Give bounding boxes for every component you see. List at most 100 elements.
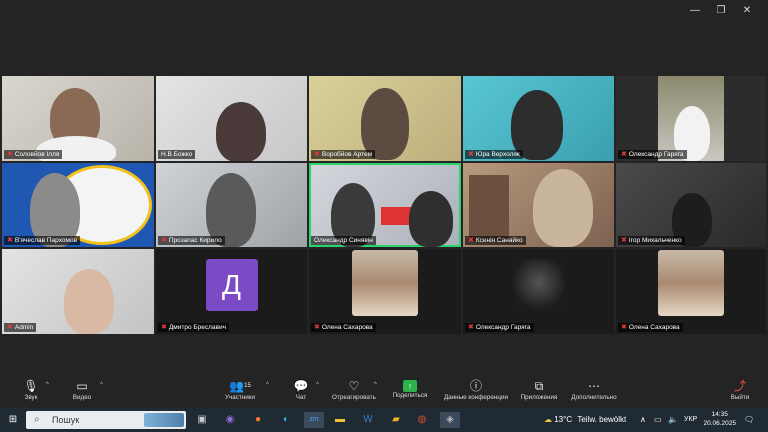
video-tile[interactable]: ✖ В'ячеслав Пархомов [2, 163, 154, 247]
avatar [658, 250, 724, 316]
video-tile[interactable]: ✖ Admin [2, 249, 154, 334]
video-tile-avatar[interactable]: ✖ Олена Сахарова [309, 249, 461, 334]
participant-name-tag: ✖ Воробйов Артем [311, 150, 376, 159]
more-button[interactable]: ⋯ Дополнительно [566, 378, 622, 402]
video-tile[interactable]: ✖ Прозапас Кирило [156, 163, 307, 247]
share-arrow-icon: ↑ [403, 380, 417, 392]
apps-button[interactable]: ⧉ Приложения [516, 378, 562, 402]
mic-muted-icon: ✖ [621, 324, 627, 331]
close-button[interactable]: ✕ [734, 2, 760, 20]
video-tile[interactable]: ✖ Ігор Михальченко [616, 163, 766, 247]
mic-muted-icon: ✖ [7, 324, 13, 331]
participant-name-tag: ✖ Олена Сахарова [311, 323, 376, 332]
tray-chevron-up-icon[interactable]: ∧ [640, 411, 646, 429]
chat-button[interactable]: 💬 Чат [288, 378, 314, 402]
participant-name-tag: ✖ Олександр Гаряга [465, 323, 534, 332]
leave-icon: ⤴ [733, 379, 746, 393]
participant-name-tag: ✖ Ігор Михальченко [618, 236, 685, 245]
video-tile[interactable]: ✖ Олександр Гаряга [616, 76, 766, 161]
participant-name-tag: Н.В.Божко [158, 150, 196, 159]
leave-button[interactable]: ⤴ Выйти [726, 378, 754, 402]
notifications-icon[interactable]: 🗨 [744, 411, 754, 429]
video-tile-active-speaker[interactable]: Олександр Синявін [309, 163, 461, 247]
mic-muted-icon: ✖ [621, 151, 627, 158]
participant-name-tag: ✖ Прозапас Кирило [158, 236, 225, 245]
share-button[interactable]: ↑ Поделиться [388, 378, 432, 400]
network-icon[interactable]: ▭ [654, 411, 662, 429]
search-highlight-image [144, 413, 184, 427]
participants-button[interactable]: 👥15 Участники [220, 378, 260, 402]
taskbar-clock[interactable]: 14:35 20.06.2025 [703, 410, 736, 428]
participant-name-tag: ✖ Олександр Гаряга [618, 150, 687, 159]
more-dots-icon: ⋯ [588, 379, 600, 393]
heart-icon: ♡ [348, 379, 360, 393]
participant-name-tag: ✖ Дмитро Бреславич [158, 323, 230, 332]
participant-name-tag: ✖ Соловйов Ілля [4, 150, 63, 159]
audio-button[interactable]: 🎙 Звук [16, 378, 46, 402]
weather-widget[interactable]: ☁ 13°C Teilw. bewölkt [544, 411, 626, 429]
search-icon: ⌕ [34, 414, 40, 425]
zoom-icon[interactable]: zm [304, 412, 324, 428]
chat-icon: 💬 [293, 379, 309, 393]
react-options-chevron-icon[interactable]: ^ [374, 382, 377, 388]
participant-name-tag: ✖ Admin [4, 323, 37, 332]
edge-icon[interactable]: ◐ [278, 412, 294, 428]
window-controls: — ❐ ✕ [682, 2, 760, 20]
video-button[interactable]: ▭ Видео [66, 378, 98, 402]
volume-icon[interactable]: 🔈 [668, 411, 678, 429]
folder-icon[interactable]: ▰ [388, 412, 404, 428]
video-tile[interactable]: ✖ Юра Верхоляк [463, 76, 614, 161]
language-indicator[interactable]: УКР [684, 411, 697, 429]
mic-muted-icon: ✖ [468, 151, 474, 158]
video-tile-avatar[interactable]: ✖ Олександр Гаряга [463, 249, 614, 334]
participant-name-tag: ✖ Ксенія Санайко [465, 236, 526, 245]
video-tile-avatar[interactable]: Д ✖ Дмитро Бреславич [156, 249, 307, 334]
mic-muted-icon: ✖ [468, 237, 474, 244]
avatar: Д [205, 258, 258, 311]
audio-options-chevron-icon[interactable]: ^ [46, 382, 49, 388]
app-w-icon[interactable]: ● [250, 412, 266, 428]
video-tile[interactable]: ✖ Воробйов Артем [309, 76, 461, 161]
mic-muted-icon: ✖ [621, 237, 627, 244]
mic-muted-icon: ✖ [314, 151, 320, 158]
meeting-toolbar: 🎙 Звук ^ ▭ Видео ^ 👥15 Участники ^ 💬 Чат… [0, 378, 768, 408]
viber-icon[interactable]: ◉ [222, 412, 238, 428]
participant-name-tag: ✖ Юра Верхоляк [465, 150, 523, 159]
file-explorer-icon[interactable]: ▬ [332, 412, 348, 428]
participant-name-tag: ✖ В'ячеслав Пархомов [4, 236, 81, 245]
chat-options-chevron-icon[interactable]: ^ [316, 382, 319, 388]
video-camera-icon: ▭ [76, 379, 88, 393]
mic-muted-icon: ✖ [468, 324, 474, 331]
mic-muted-icon: ✖ [314, 324, 320, 331]
chrome-icon[interactable]: ◍ [414, 412, 430, 428]
windows-start-icon[interactable]: ⊞ [4, 412, 22, 428]
react-button[interactable]: ♡ Отреагировать [328, 378, 380, 402]
video-tile[interactable]: ✖ Соловйов Ілля [2, 76, 154, 161]
video-options-chevron-icon[interactable]: ^ [100, 382, 103, 388]
maximize-button[interactable]: ❐ [708, 2, 734, 20]
mic-muted-icon: ✖ [7, 237, 13, 244]
apps-icon: ⧉ [534, 379, 544, 393]
video-tile[interactable]: ✖ Ксенія Санайко [463, 163, 614, 247]
participants-options-chevron-icon[interactable]: ^ [266, 382, 269, 388]
minimize-button[interactable]: — [682, 2, 708, 20]
microphone-icon: 🎙 [23, 379, 39, 393]
meeting-info-button[interactable]: ⓘ Данные конференции [440, 378, 512, 402]
mic-muted-icon: ✖ [161, 237, 167, 244]
participant-name-tag: ✖ Олена Сахарова [618, 323, 683, 332]
weather-cloud-icon: ☁ [544, 415, 552, 424]
info-icon: ⓘ [469, 379, 482, 393]
word-icon[interactable]: W [360, 412, 376, 428]
avatar [512, 258, 565, 311]
mic-muted-icon: ✖ [7, 151, 13, 158]
taskbar-search-input[interactable]: ⌕ Пошук [26, 411, 186, 429]
mic-muted-icon: ✖ [161, 324, 167, 331]
avatar [352, 250, 418, 316]
windows-taskbar: ⊞ ⌕ Пошук ▣ ◉ ● ◐ zm ▬ W ▰ ◍ ◈ ☁ 13°C Te… [0, 408, 768, 432]
video-tile-avatar[interactable]: ✖ Олена Сахарова [616, 249, 766, 334]
task-view-icon[interactable]: ▣ [194, 412, 210, 428]
participant-name-tag: Олександр Синявін [311, 236, 376, 245]
video-gallery: ✖ Соловйов Ілля Н.В.Божко ✖ Воробйов Артем… [2, 76, 766, 334]
video-tile[interactable]: Н.В.Божко [156, 76, 307, 161]
app-generic-icon[interactable]: ◈ [440, 412, 460, 428]
